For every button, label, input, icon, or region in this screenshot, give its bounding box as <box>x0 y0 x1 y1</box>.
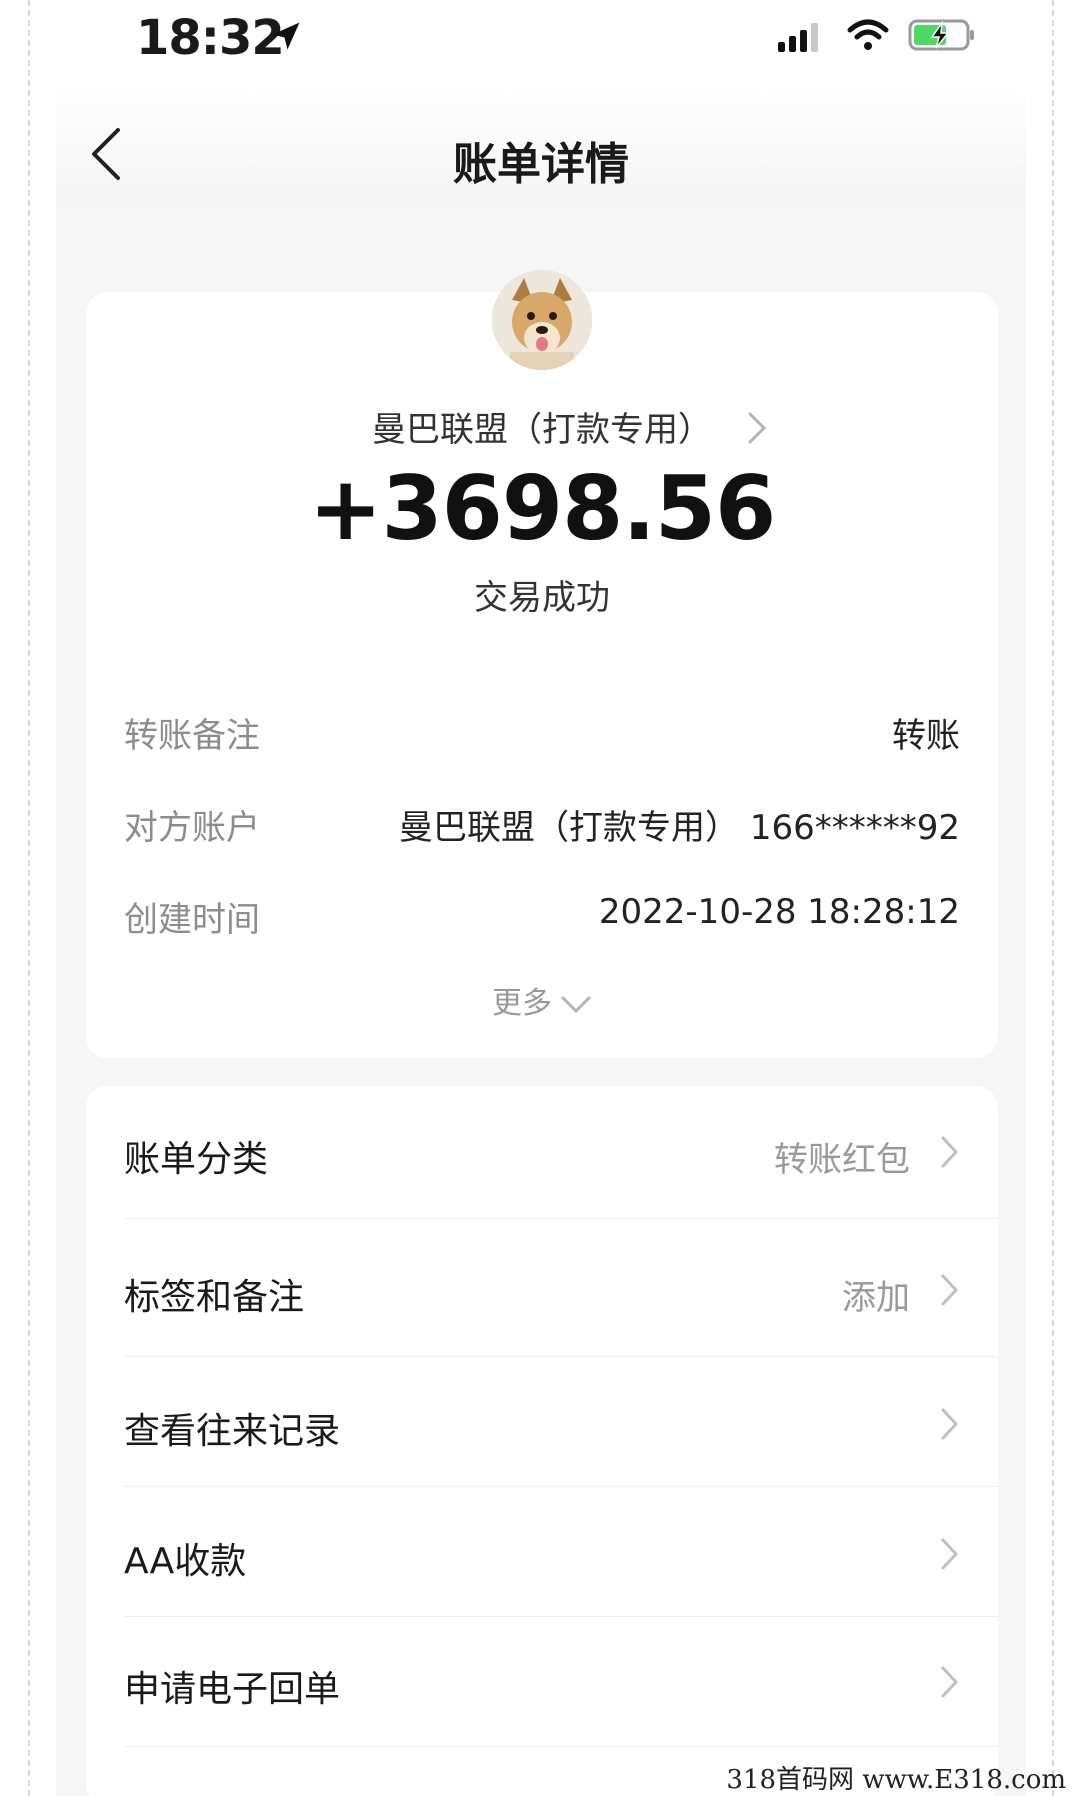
detail-label: 对方账户 <box>124 808 260 848</box>
actions-card: 账单分类 转账红包 标签和备注 添加 查看往来记录 AA收款 申请电子回单 <box>86 1086 998 1796</box>
chevron-right-icon <box>941 1136 959 1168</box>
more-toggle[interactable]: 更多 <box>86 978 998 1022</box>
menu-item-aa-collection[interactable]: AA收款 <box>124 1514 960 1594</box>
detail-label: 转账备注 <box>124 716 260 756</box>
detail-value: 转账 <box>892 716 960 756</box>
more-label: 更多 <box>492 986 552 1021</box>
cellular-signal-icon <box>778 23 818 52</box>
detail-label: 创建时间 <box>124 900 260 940</box>
detail-row-remark: 转账备注 转账 <box>124 708 960 756</box>
status-bar: 18:32 <box>56 0 1026 76</box>
chevron-right-icon <box>941 1274 959 1306</box>
navigation-bar: 账单详情 <box>56 76 1026 206</box>
detail-row-created-time: 创建时间 2022-10-28 18:28:12 <box>124 892 960 940</box>
menu-item-label: 申请电子回单 <box>124 1669 341 1710</box>
transaction-amount: +3698.56 <box>308 457 777 560</box>
menu-item-label: 账单分类 <box>124 1139 269 1180</box>
chevron-down-icon <box>561 996 591 1013</box>
menu-item-value: 添加 <box>842 1278 910 1318</box>
dog-avatar-icon <box>492 270 592 370</box>
menu-item-label: AA收款 <box>124 1541 247 1582</box>
divider <box>124 1218 998 1219</box>
menu-item-transaction-history[interactable]: 查看往来记录 <box>124 1384 960 1464</box>
chevron-right-icon <box>941 1666 959 1698</box>
location-arrow-icon <box>272 22 300 50</box>
watermark-text: 318首码网 www.E318.com <box>726 1765 1066 1795</box>
menu-item-value: 转账红包 <box>774 1140 910 1180</box>
battery-charging-icon <box>908 19 974 51</box>
divider <box>124 1746 998 1747</box>
divider <box>124 1486 998 1487</box>
menu-item-bill-category[interactable]: 账单分类 转账红包 <box>124 1112 960 1192</box>
detail-row-account: 对方账户 曼巴联盟（打款专用） 166******92 <box>124 800 960 848</box>
status-time: 18:32 <box>136 10 285 66</box>
chevron-right-icon <box>941 1408 959 1440</box>
right-dashed-border <box>1052 0 1054 1796</box>
payee-avatar[interactable] <box>492 270 592 370</box>
divider <box>124 1616 998 1617</box>
app-screen: 18:32 账单详情 曼巴联盟（打款专用） +3698.56 交易成功 转账备注… <box>56 0 1026 1796</box>
page-title: 账单详情 <box>453 139 629 190</box>
chevron-right-icon[interactable] <box>746 410 768 446</box>
chevron-right-icon <box>941 1538 959 1570</box>
transaction-status: 交易成功 <box>474 578 610 618</box>
payee-name[interactable]: 曼巴联盟（打款专用） <box>86 402 998 451</box>
divider <box>124 1356 998 1357</box>
detail-value: 2022-10-28 18:28:12 <box>598 892 960 932</box>
wifi-icon <box>847 19 889 50</box>
menu-item-tags-notes[interactable]: 标签和备注 添加 <box>124 1250 960 1330</box>
transaction-summary-card: 曼巴联盟（打款专用） +3698.56 交易成功 转账备注 转账 对方账户 曼巴… <box>86 270 998 1058</box>
menu-item-label: 查看往来记录 <box>124 1411 341 1452</box>
menu-item-e-receipt[interactable]: 申请电子回单 <box>124 1642 960 1722</box>
left-dashed-border <box>28 0 30 1796</box>
menu-item-label: 标签和备注 <box>124 1277 305 1318</box>
detail-value: 曼巴联盟（打款专用） 166******92 <box>399 808 960 848</box>
